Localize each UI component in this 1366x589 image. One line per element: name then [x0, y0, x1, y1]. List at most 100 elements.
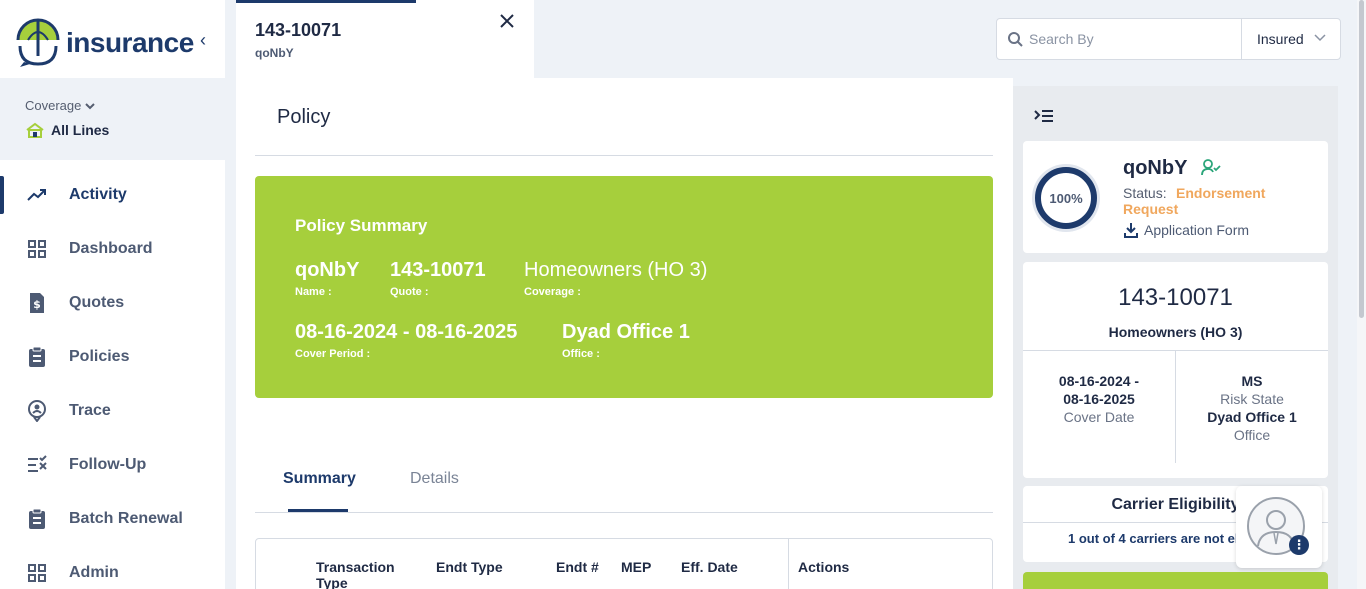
- content-tabs: Summary Details: [255, 458, 993, 513]
- completion-percent: 100%: [1049, 190, 1083, 206]
- summary-quote-label: Quote :: [390, 286, 429, 298]
- assistant-widget[interactable]: ⋮: [1236, 486, 1322, 568]
- chevron-down-icon: [85, 103, 95, 110]
- open-record-tab[interactable]: 143-10071 qoNbY: [236, 0, 534, 78]
- sidebar-item-activity[interactable]: Activity: [0, 168, 225, 222]
- transactions-table: Transaction Type Endt Type Endt # MEP Ef…: [255, 538, 993, 589]
- sidebar: insurance ‹ Coverage All Lines Activity: [0, 0, 225, 589]
- trending-up-icon: [26, 184, 48, 206]
- summary-coverage-value: Homeowners (HO 3): [524, 259, 708, 281]
- coverage-value: All Lines: [25, 122, 109, 138]
- summary-quote: 143-10071 Quote :: [390, 259, 486, 298]
- grid-icon: [26, 562, 48, 584]
- tab-subtitle: qoNbY: [255, 46, 294, 60]
- sidebar-item-label: Dashboard: [69, 240, 153, 257]
- user-check-icon[interactable]: [1201, 158, 1221, 181]
- home-icon: [26, 122, 44, 138]
- carrier-eligibility-link[interactable]: 1 out of 4 carriers are not eligible: [1068, 531, 1243, 546]
- column-header-endt-type[interactable]: Endt Type: [436, 559, 503, 575]
- search-input[interactable]: [1029, 31, 1229, 47]
- application-form-label: Application Form: [1144, 222, 1250, 238]
- sidebar-item-admin[interactable]: Admin: [0, 546, 225, 589]
- chevron-down-icon[interactable]: [1314, 29, 1326, 45]
- active-tab-indicator: [288, 509, 348, 512]
- summary-coverage: Homeowners (HO 3) Coverage :: [524, 259, 707, 298]
- tab-summary[interactable]: Summary: [283, 470, 356, 488]
- summary-office-label: Office :: [562, 348, 600, 360]
- summary-period-label: Cover Period :: [295, 348, 371, 360]
- policy-coverage: Homeowners (HO 3): [1108, 324, 1243, 340]
- cover-date-end: 08-16-2025: [1063, 391, 1135, 407]
- summary-office-value: Dyad Office 1: [562, 321, 690, 343]
- policy-info-card: 143-10071 Homeowners (HO 3) 08-16-2024 -…: [1023, 262, 1328, 478]
- divider: [255, 155, 993, 156]
- sidebar-item-label: Trace: [69, 402, 111, 419]
- column-header-actions: Actions: [798, 559, 850, 575]
- grid-icon: [26, 238, 48, 260]
- column-header-transaction-type[interactable]: Transaction Type: [316, 559, 416, 589]
- risk-state-block: MS Risk State Dyad Office 1 Office: [1176, 372, 1328, 444]
- sidebar-item-label: Quotes: [69, 294, 125, 311]
- coverage-label: Coverage: [25, 98, 95, 113]
- sidebar-item-dashboard[interactable]: Dashboard: [0, 222, 225, 276]
- clipboard-icon: [26, 346, 48, 368]
- sidebar-item-label: Activity: [69, 186, 127, 203]
- collapse-sidebar-icon[interactable]: ‹: [200, 30, 206, 51]
- policy-summary-card: Policy Summary qoNbY Name : 143-10071 Qu…: [255, 176, 993, 398]
- sidebar-item-label: Policies: [69, 348, 130, 365]
- column-header-endt-number[interactable]: Endt #: [556, 559, 599, 575]
- page-scrollbar[interactable]: [1357, 0, 1366, 589]
- summary-name-value: qoNbY: [295, 259, 360, 281]
- sidebar-item-label: Follow-Up: [69, 456, 147, 473]
- completion-ring: 100%: [1035, 167, 1097, 229]
- policy-number: 143-10071: [1118, 284, 1233, 311]
- search-divider: [1241, 19, 1242, 59]
- summary-office: Dyad Office 1 Office :: [562, 321, 690, 360]
- tab-title: 143-10071: [255, 20, 342, 40]
- search-filter-select[interactable]: Insured: [1257, 31, 1304, 47]
- column-divider: [788, 539, 789, 589]
- column-header-eff-date[interactable]: Eff. Date: [681, 559, 738, 575]
- sidebar-item-batch-renewal[interactable]: Batch Renewal: [0, 492, 225, 546]
- svg-text:$: $: [33, 298, 41, 311]
- close-icon[interactable]: [500, 11, 514, 34]
- summary-quote-value: 143-10071: [390, 259, 486, 281]
- more-options-icon[interactable]: ⋮: [1289, 535, 1309, 555]
- office-value: Dyad Office 1: [1207, 409, 1297, 425]
- sidebar-item-label: Admin: [69, 564, 119, 581]
- tab-details[interactable]: Details: [410, 470, 459, 488]
- clipboard-icon: [26, 508, 48, 530]
- sidebar-item-label: Batch Renewal: [69, 510, 183, 527]
- sidebar-item-policies[interactable]: Policies: [0, 330, 225, 384]
- coverage-selector[interactable]: Coverage All Lines: [0, 78, 225, 160]
- cover-date-label: Cover Date: [1063, 409, 1135, 425]
- column-header-mep[interactable]: MEP: [621, 559, 651, 575]
- application-form-link[interactable]: Application Form: [1123, 222, 1249, 238]
- risk-state-value: MS: [1241, 373, 1263, 389]
- summary-period: 08-16-2024 - 08-16-2025 Cover Period :: [295, 321, 517, 360]
- insured-name: qoNbY: [1123, 157, 1188, 179]
- sidebar-item-trace[interactable]: Trace: [0, 384, 225, 438]
- insured-card: 100% qoNbY Status: Endorsement Request A…: [1023, 141, 1328, 253]
- summary-name: qoNbY Name :: [295, 259, 359, 298]
- page-title: Policy: [277, 106, 331, 128]
- summary-name-label: Name :: [295, 286, 332, 298]
- next-card-header: [1023, 572, 1328, 589]
- scrollbar-thumb[interactable]: [1359, 0, 1364, 318]
- download-icon: [1124, 223, 1138, 238]
- cover-date-start: 08-16-2024 -: [1058, 373, 1140, 389]
- sidebar-item-follow-up[interactable]: Follow-Up: [0, 438, 225, 492]
- search-bar: Insured: [996, 18, 1341, 60]
- sidebar-item-quotes[interactable]: $ Quotes: [0, 276, 225, 330]
- risk-state-label: Risk State: [1220, 391, 1284, 407]
- dollar-document-icon: $: [26, 292, 48, 314]
- main-content: Policy Policy Summary qoNbY Name : 143-1…: [236, 78, 1013, 589]
- summary-title: Policy Summary: [295, 216, 428, 235]
- logo-text: insurance: [66, 27, 194, 58]
- office-label: Office: [1233, 427, 1271, 443]
- summary-coverage-label: Coverage :: [524, 286, 581, 298]
- sidebar-nav: Activity Dashboard $ Quotes Policies Tra…: [0, 168, 225, 589]
- logo[interactable]: insurance: [14, 18, 194, 68]
- status-badge: Endorsement Request: [1123, 185, 1266, 217]
- collapse-panel-icon[interactable]: [1033, 108, 1055, 129]
